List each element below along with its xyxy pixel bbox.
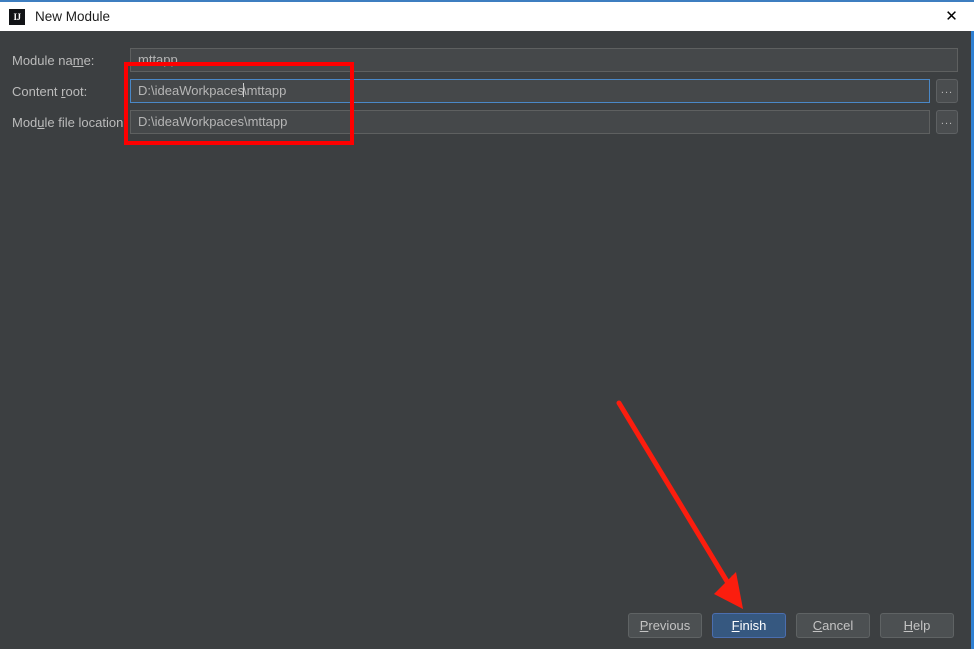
module-name-input[interactable]: mttapp — [130, 48, 958, 72]
module-file-location-label: Module file location: — [12, 115, 127, 130]
content-root-label: Content root: — [12, 84, 88, 99]
content-root-value-before-caret: D:\ideaWorkpaces — [138, 83, 244, 98]
dialog-button-bar: Previous Finish Cancel Help — [0, 613, 974, 641]
new-module-dialog: IJ New Module ✕ Module name: mttapp Cont… — [0, 0, 974, 649]
content-root-browse-button[interactable]: ... — [936, 79, 958, 103]
cancel-button[interactable]: Cancel — [796, 613, 870, 638]
form-row-module-file-location: Module file location: D:\ideaWorkpaces\m… — [0, 110, 974, 136]
intellij-idea-icon: IJ — [9, 8, 25, 25]
previous-button[interactable]: Previous — [628, 613, 702, 638]
finish-button[interactable]: Finish — [712, 613, 786, 638]
form-row-module-name: Module name: mttapp — [0, 48, 974, 74]
module-file-location-browse-button[interactable]: ... — [936, 110, 958, 134]
content-root-value-after-caret: \mttapp — [242, 83, 287, 98]
window-title: New Module — [35, 9, 111, 24]
form-row-content-root: Content root: D:\ideaWorkpaces\mttapp ..… — [0, 79, 974, 105]
module-name-label: Module name: — [12, 53, 95, 68]
module-file-location-input[interactable]: D:\ideaWorkpaces\mttapp — [130, 110, 930, 134]
content-root-input[interactable]: D:\ideaWorkpaces\mttapp — [130, 79, 930, 103]
dialog-body: Module name: mttapp Content root: D:\ide… — [0, 31, 974, 649]
close-icon[interactable]: ✕ — [929, 2, 974, 31]
help-button[interactable]: Help — [880, 613, 954, 638]
title-bar: IJ New Module ✕ — [0, 0, 974, 31]
